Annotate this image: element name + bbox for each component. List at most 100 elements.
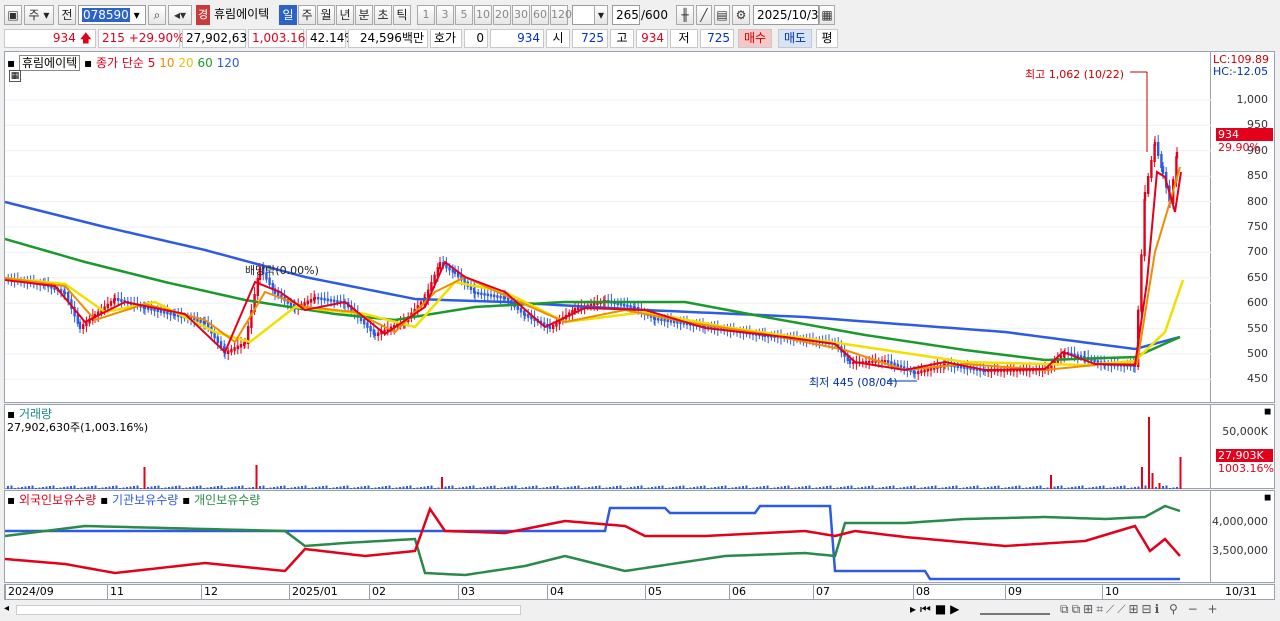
volume-bar xyxy=(301,486,303,489)
prev-button[interactable]: 전 xyxy=(58,5,76,25)
candle xyxy=(106,303,109,309)
price-tick: 600 xyxy=(1247,296,1268,310)
layout-icon[interactable]: ▣ xyxy=(4,5,22,25)
candle xyxy=(306,300,309,305)
volume-bar xyxy=(7,486,9,489)
open-label: 시 xyxy=(546,29,570,48)
volume-bar xyxy=(500,487,503,489)
volume-bar xyxy=(917,488,919,489)
volume-bar xyxy=(700,486,702,489)
save-icon[interactable]: ▤ xyxy=(714,5,730,25)
tab-interval_tabs-1[interactable]: 3 xyxy=(436,5,454,25)
volume-bar xyxy=(682,485,685,489)
candle xyxy=(666,319,669,323)
volume-bar xyxy=(402,486,405,489)
volume-panel[interactable]: ▪ 거래량 27,902,630주(1,003.16%) xyxy=(4,404,1211,489)
volume-bar xyxy=(658,486,660,489)
tab-interval_tabs-6[interactable]: 60 xyxy=(531,5,549,25)
volume-bar xyxy=(577,485,580,489)
holdings-y-axis[interactable]: 4,000,000 3,500,000 ◼ xyxy=(1211,490,1275,583)
volume-bar xyxy=(980,488,982,489)
volume-bar xyxy=(847,486,849,489)
volume-bar xyxy=(280,486,282,489)
tab-period_tabs-3[interactable]: 년 xyxy=(336,5,354,25)
current-price: 934 🡅 xyxy=(4,29,96,48)
candle xyxy=(63,291,67,294)
candle xyxy=(480,292,483,296)
calendar-icon[interactable]: ▦ xyxy=(819,5,835,25)
candle xyxy=(956,365,959,368)
candle xyxy=(159,309,163,313)
speaker-icon[interactable]: ◂▾ xyxy=(168,5,192,25)
zoom-slider[interactable] xyxy=(980,603,1050,615)
scroll-bar[interactable]: ◂ ▸⏮■▶ ⧉⧉⊞⌗⟋⟋⊞⊟ℹ ⚲ − + xyxy=(4,601,1275,619)
price-change: 215 +29.90% xyxy=(98,29,185,48)
volume-bar xyxy=(252,487,254,489)
volume-bar xyxy=(28,486,30,489)
volume-bar xyxy=(1043,488,1045,489)
volume-bar xyxy=(1022,488,1024,489)
candle xyxy=(619,302,623,306)
date-axis: 2024/09 11 12 2025/01 02 03 04 05 06 07 08 09 10 10/3… xyxy=(4,584,1275,600)
volume-bar xyxy=(798,487,800,489)
volume-bar xyxy=(45,486,48,489)
scroll-thumb[interactable] xyxy=(16,605,521,615)
candle xyxy=(230,348,233,353)
price-chart-panel[interactable]: ▪ 휴림에이텍 ▪ 종가 단순 5 10 20 60 120 ▦ 최고 1,06… xyxy=(4,51,1212,403)
table-icon[interactable]: ▦ xyxy=(9,70,21,82)
price-legend: ▪ 휴림에이텍 ▪ 종가 단순 5 10 20 60 120 xyxy=(7,54,239,71)
tab-interval_tabs-3[interactable]: 10 xyxy=(474,5,492,25)
period-type-select[interactable]: 주 ▾ xyxy=(24,5,54,25)
volume-bar xyxy=(724,485,727,489)
buy-button[interactable]: 매수 xyxy=(738,29,772,48)
volume-bar xyxy=(483,487,485,489)
chart-tool-icons[interactable]: ⧉⧉⊞⌗⟋⟋⊞⊟ℹ ⚲ − + xyxy=(1060,602,1221,617)
chevron-down-icon[interactable]: ▾ xyxy=(594,5,608,25)
volume-bar xyxy=(451,485,454,489)
search-icon[interactable]: ⌕ xyxy=(148,5,166,25)
tab-interval_tabs-4[interactable]: 20 xyxy=(493,5,511,25)
volume-y-axis[interactable]: 50,000K 27,903K 1003.16% ◼ xyxy=(1211,404,1275,489)
volume-bar xyxy=(486,486,489,489)
volume-bar xyxy=(364,486,366,489)
volume-bar xyxy=(1004,487,1007,489)
tab-period_tabs-5[interactable]: 초 xyxy=(374,5,392,25)
maximize-icon[interactable]: ◼ xyxy=(1264,493,1271,503)
gear-icon[interactable]: ⚙ xyxy=(732,5,750,25)
tab-period_tabs-4[interactable]: 분 xyxy=(355,5,373,25)
hc-value: HC:-12.05 xyxy=(1213,65,1269,78)
maximize-icon[interactable]: ◼ xyxy=(1264,407,1271,417)
stock-code-input[interactable]: 078590 ▾ xyxy=(78,5,146,25)
tab-interval_tabs-5[interactable]: 30 xyxy=(512,5,530,25)
candle xyxy=(303,302,306,306)
tab-interval_tabs-0[interactable]: 1 xyxy=(417,5,435,25)
volume-bar xyxy=(990,486,993,489)
tab-interval_tabs-7[interactable]: 120 xyxy=(550,5,572,25)
volume-bar xyxy=(420,487,422,489)
volume-bar xyxy=(504,487,506,489)
tab-period_tabs-1[interactable]: 주 xyxy=(298,5,316,25)
tab-interval_tabs-2[interactable]: 5 xyxy=(455,5,473,25)
volume-bar xyxy=(108,486,111,489)
sell-button[interactable]: 매도 xyxy=(778,29,812,48)
playback-controls[interactable]: ▸⏮■▶ xyxy=(910,602,963,617)
volume-bar xyxy=(287,488,289,489)
count-input[interactable]: 265 xyxy=(612,5,640,25)
volume-bar xyxy=(493,485,496,489)
volume-bar xyxy=(448,486,450,489)
volume-bar xyxy=(675,486,678,489)
draw-icon[interactable]: ╱ xyxy=(696,5,712,25)
date-input[interactable]: 2025/10/31 xyxy=(753,5,826,25)
holdings-tick-3-5m: 3,500,000 xyxy=(1212,544,1268,557)
tab-period_tabs-0[interactable]: 일 xyxy=(279,5,297,25)
holdings-panel[interactable]: ▪ 외국인보유수량 ▪ 기관보유수량 ▪ 개인보유수량 xyxy=(4,490,1211,583)
panel-marker-icon: ▪ xyxy=(7,56,16,70)
price-y-axis[interactable]: LC:109.89 HC:-12.05 1,000 950 900 850 800 750… xyxy=(1211,51,1275,403)
volume-bar xyxy=(1151,473,1154,489)
volume-bar xyxy=(1176,487,1178,489)
eval-button[interactable]: 평 xyxy=(816,29,838,48)
candle-icon[interactable]: ╫ xyxy=(676,5,694,25)
tab-period_tabs-2[interactable]: 월 xyxy=(317,5,335,25)
tab-period_tabs-6[interactable]: 틱 xyxy=(393,5,411,25)
scroll-left-icon[interactable]: ◂ xyxy=(4,603,14,617)
